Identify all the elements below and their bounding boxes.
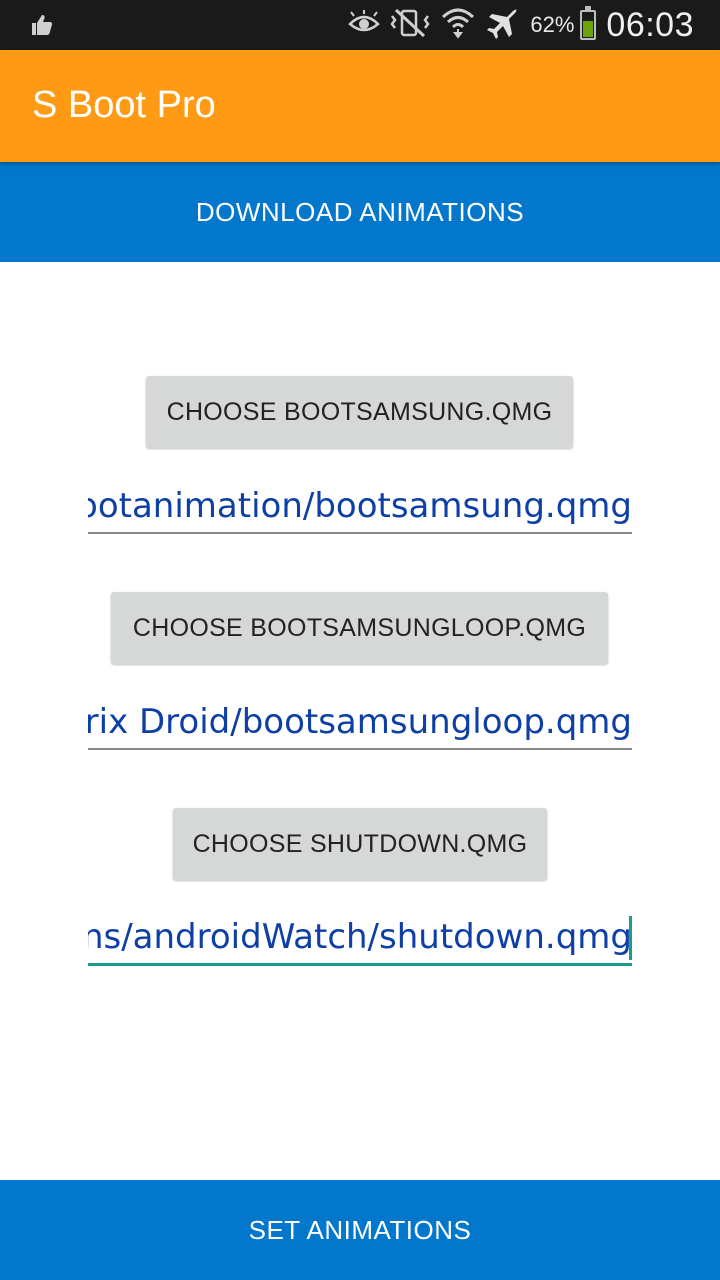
eye-icon: [348, 9, 381, 41]
shutdown-path-field[interactable]: Animations/androidWatch/shutdown.qmg: [88, 916, 632, 966]
choose-bootsamsung-button[interactable]: CHOOSE BOOTSAMSUNG.QMG: [146, 376, 573, 448]
download-animations-button[interactable]: DOWNLOAD ANIMATIONS: [0, 162, 720, 262]
choose-shutdown-button[interactable]: CHOOSE SHUTDOWN.QMG: [173, 808, 547, 880]
battery-icon: [580, 6, 597, 40]
text-cursor: [629, 916, 632, 960]
battery-level-fill: [583, 20, 594, 37]
clock: 06:03: [606, 5, 694, 44]
choose-bootsamsungloop-button[interactable]: CHOOSE BOOTSAMSUNGLOOP.QMG: [111, 592, 608, 664]
status-bar: 62% 06:03: [0, 0, 720, 50]
set-animations-button[interactable]: SET ANIMATIONS: [0, 1180, 720, 1280]
bootsamsung-path-value: /sdcard/Bootanimation/bootsamsung.qmg: [88, 486, 632, 526]
thumbs-up-icon: [30, 14, 54, 36]
airplane-icon: [486, 6, 520, 45]
shutdown-path-value: Animations/androidWatch/shutdown.qmg: [88, 917, 632, 957]
battery-percent: 62%: [530, 12, 575, 37]
bootsamsungloop-path-value: Matrix Droid/bootsamsungloop.qmg: [88, 702, 632, 742]
app-bar: S Boot Pro: [0, 50, 720, 162]
bootsamsung-path-field[interactable]: /sdcard/Bootanimation/bootsamsung.qmg: [88, 484, 632, 534]
vibrate-icon: [390, 8, 430, 43]
wifi-icon: [440, 5, 476, 46]
app-title: S Boot Pro: [32, 84, 216, 126]
bootsamsungloop-path-field[interactable]: Matrix Droid/bootsamsungloop.qmg: [88, 700, 632, 750]
